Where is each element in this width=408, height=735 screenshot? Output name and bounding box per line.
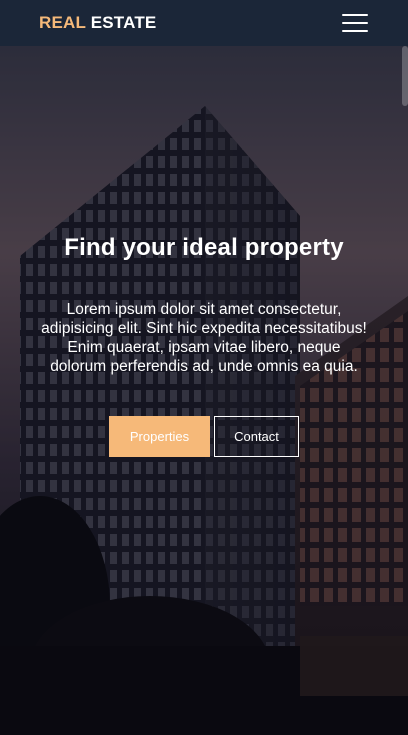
hero-content: Find your ideal property Lorem ipsum dol… [0, 234, 408, 457]
hamburger-line [342, 30, 368, 32]
hamburger-line [342, 22, 368, 24]
properties-button[interactable]: Properties [109, 416, 210, 457]
brand-accent-text: REAL [39, 13, 86, 32]
scrollbar[interactable] [402, 46, 408, 106]
brand-logo[interactable]: REAL ESTATE [39, 13, 156, 33]
hamburger-line [342, 14, 368, 16]
hero-section: Find your ideal property Lorem ipsum dol… [0, 46, 408, 735]
navbar: REAL ESTATE [0, 0, 408, 46]
hero-title: Find your ideal property [64, 234, 344, 261]
brand-rest-text: ESTATE [85, 13, 157, 32]
hero-description: Lorem ipsum dolor sit amet consectetur, … [41, 301, 367, 375]
hamburger-menu-icon[interactable] [342, 14, 368, 32]
hero-buttons: Properties Contact [0, 416, 408, 457]
contact-button[interactable]: Contact [214, 416, 299, 457]
